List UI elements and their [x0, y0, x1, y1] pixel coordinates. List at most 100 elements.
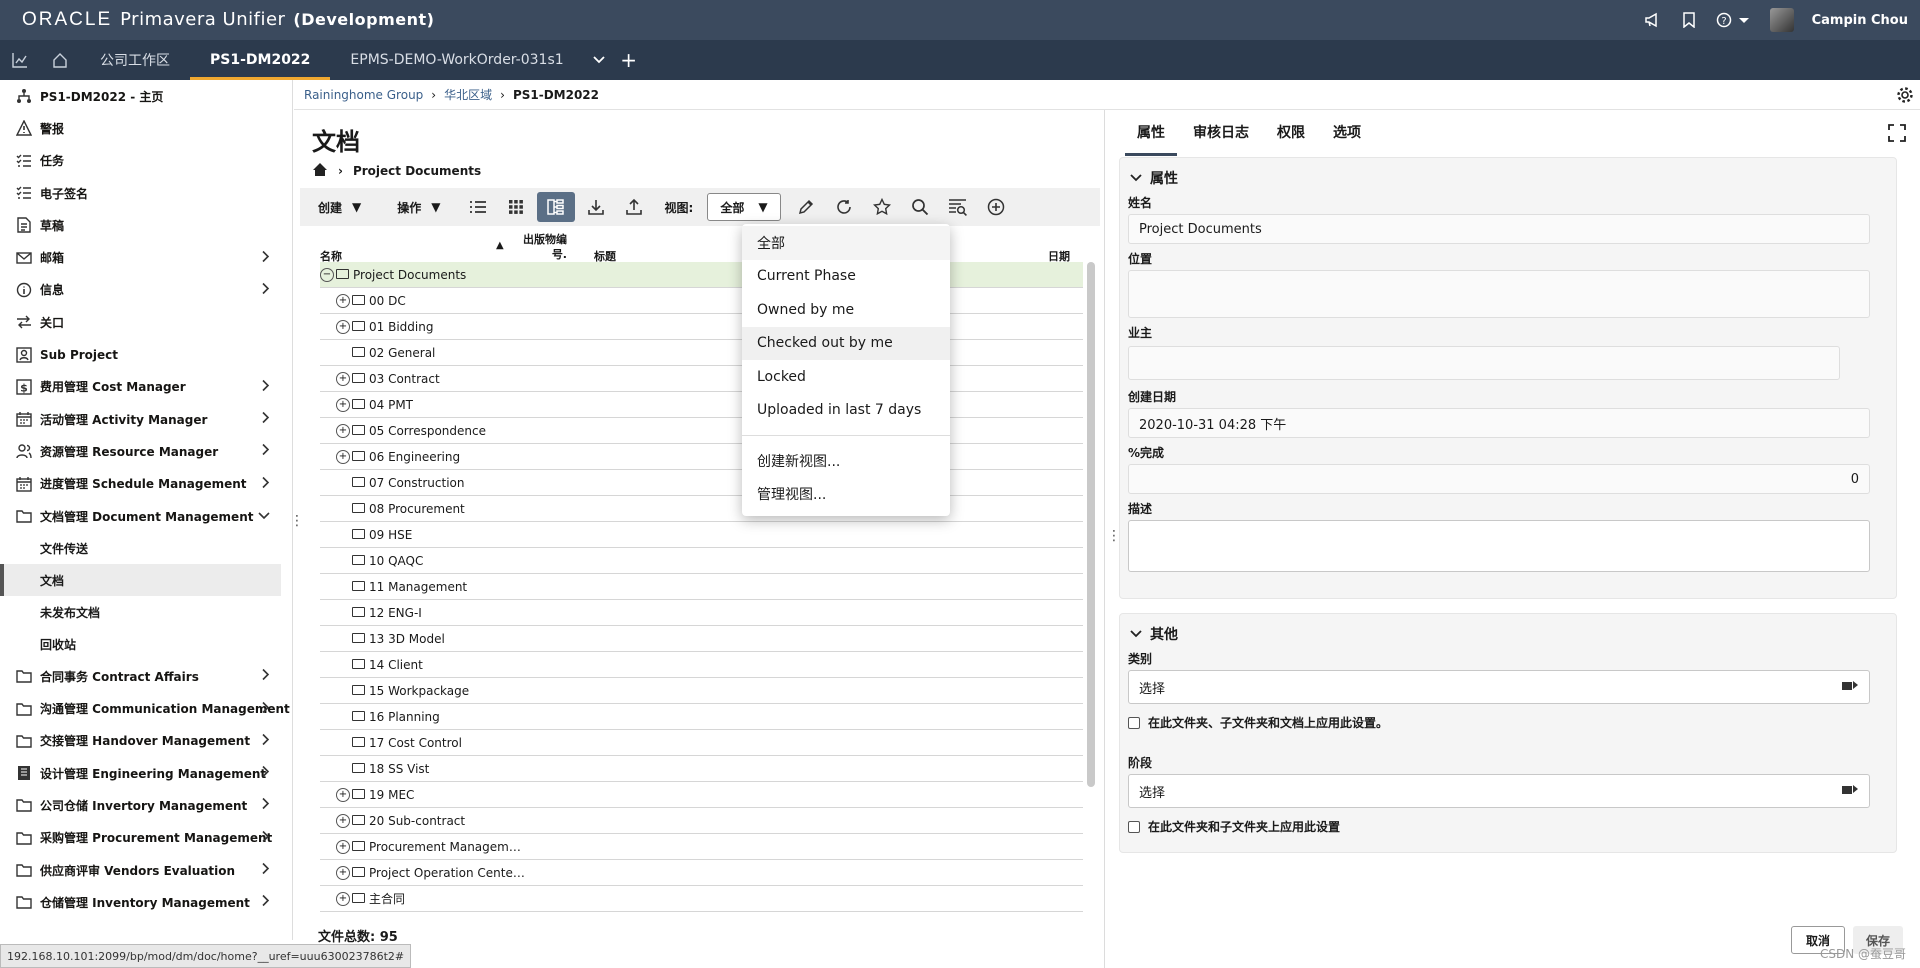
sidebar-item[interactable]: 邮箱 [0, 241, 292, 273]
sidebar-item[interactable]: 进度管理 Schedule Management [0, 468, 292, 500]
column-pubno-header[interactable]: 出版物编号. [505, 228, 570, 266]
tree-row[interactable]: 11 Management [320, 574, 1083, 600]
expand-fullscreen-icon[interactable] [1888, 124, 1906, 145]
phase-picker[interactable]: 选择 [1128, 774, 1870, 808]
tree-row[interactable]: 10 QAQC [320, 548, 1083, 574]
sort-ascending-icon[interactable]: ▲ [496, 240, 504, 251]
category-apply-option[interactable]: 在此文件夹、子文件夹和文档上应用此设置。 [1128, 714, 1388, 731]
sidebar-item[interactable]: Sub Project [0, 338, 292, 370]
tab-epms-demo[interactable]: EPMS-DEMO-WorkOrder-031s1 [330, 40, 583, 80]
sidebar-item[interactable]: PS1-DM2022 - 主页 [0, 80, 292, 112]
tree-row[interactable]: +19 MEC [320, 782, 1083, 808]
tree-row[interactable]: +06 Engineering [320, 444, 1083, 470]
chevron-right-icon[interactable] [262, 766, 270, 781]
sidebar-item[interactable]: 采购管理 Procurement Management [0, 822, 292, 854]
sidebar-item[interactable]: 文档管理 Document Management [0, 500, 292, 532]
expand-icon[interactable]: + [336, 449, 350, 464]
chevron-right-icon[interactable] [262, 830, 270, 845]
sidebar-item[interactable]: 供应商评审 Vendors Evaluation [0, 854, 292, 886]
sidebar-item[interactable]: 信息 [0, 274, 292, 306]
view-menu-item[interactable]: 全部 [742, 226, 950, 260]
tree-row[interactable]: 02 General [320, 340, 1083, 366]
refresh-icon[interactable] [825, 192, 863, 222]
properties-section-header[interactable]: 属性 [1130, 168, 1178, 188]
add-tab-icon[interactable]: + [614, 40, 644, 80]
filter-list-icon[interactable] [939, 192, 977, 222]
view-menu-item[interactable]: Owned by me [742, 293, 950, 327]
tree-row-root[interactable]: − Project Documents [320, 262, 1083, 288]
add-circle-icon[interactable] [977, 192, 1015, 222]
tree-row[interactable]: + 主合同 [320, 886, 1083, 912]
tree-view-icon[interactable] [536, 192, 575, 222]
announcement-icon[interactable] [1644, 11, 1662, 29]
expand-icon[interactable]: + [336, 397, 350, 412]
chevron-down-icon[interactable] [584, 40, 614, 80]
chevron-right-icon[interactable] [262, 733, 270, 748]
home-icon[interactable] [40, 40, 80, 80]
description-textarea[interactable] [1128, 520, 1870, 572]
tree-row[interactable]: 15 Workpackage [320, 678, 1083, 704]
chevron-right-icon[interactable] [262, 863, 270, 878]
tab-project-ps1[interactable]: PS1-DM2022 [190, 40, 331, 80]
chevron-right-icon[interactable] [262, 895, 270, 910]
gear-icon[interactable] [1896, 86, 1914, 107]
upload-icon[interactable] [615, 192, 653, 222]
view-menu-action[interactable]: 管理视图... [742, 478, 950, 512]
dashboard-icon[interactable] [0, 40, 40, 80]
view-menu-item[interactable]: Current Phase [742, 260, 950, 294]
help-icon[interactable]: ? [1716, 11, 1752, 29]
sidebar-item[interactable]: 任务 [0, 145, 292, 177]
avatar[interactable] [1769, 8, 1794, 32]
chevron-right-icon[interactable] [262, 669, 270, 684]
tree-row[interactable]: +01 Bidding [320, 314, 1083, 340]
expand-icon[interactable]: + [336, 293, 350, 308]
tree-row[interactable]: 14 Client [320, 652, 1083, 678]
picker-icon[interactable] [1841, 782, 1859, 800]
tab-company-workspace[interactable]: 公司工作区 [80, 40, 190, 80]
expand-icon[interactable]: + [336, 423, 350, 438]
phase-apply-option[interactable]: 在此文件夹和子文件夹上应用此设置 [1128, 818, 1340, 835]
chevron-down-icon[interactable] [258, 509, 270, 523]
bookmark-icon[interactable] [1680, 11, 1698, 29]
sidebar-item[interactable]: 活动管理 Activity Manager [0, 403, 292, 435]
view-menu-item[interactable]: Uploaded in last 7 days [742, 394, 950, 428]
sidebar-subitem[interactable]: 文件传送 [0, 532, 292, 564]
actions-menu-button[interactable]: 操作 ▼ [379, 199, 458, 216]
tree-row[interactable]: 07 Construction [320, 470, 1083, 496]
sidebar-item[interactable]: 公司仓储 Invertory Management [0, 789, 292, 821]
tab-audit-log[interactable]: 审核日志 [1179, 120, 1263, 156]
breadcrumb-group-link[interactable]: Raininghome Group [304, 88, 423, 102]
search-icon[interactable] [901, 192, 939, 222]
expand-icon[interactable]: + [336, 839, 350, 854]
sidebar-subitem[interactable]: 未发布文档 [0, 596, 292, 628]
sidebar-item[interactable]: 警报 [0, 112, 292, 144]
sidebar-subitem[interactable]: 回收站 [0, 628, 292, 660]
view-menu-action[interactable]: 创建新视图... [742, 444, 950, 478]
tab-permissions[interactable]: 权限 [1263, 120, 1319, 156]
tree-row[interactable]: 08 Procurement [320, 496, 1083, 522]
tree-row[interactable]: 16 Planning [320, 704, 1083, 730]
edit-pencil-icon[interactable] [787, 192, 825, 222]
home-icon[interactable] [312, 162, 328, 180]
sidebar-item[interactable]: 资源管理 Resource Manager [0, 435, 292, 467]
chevron-right-icon[interactable] [262, 250, 270, 265]
category-apply-checkbox[interactable] [1128, 716, 1140, 729]
tree-row[interactable]: 12 ENG-I [320, 600, 1083, 626]
tree-row[interactable]: 17 Cost Control [320, 730, 1083, 756]
create-menu-button[interactable]: 创建 ▼ [300, 199, 379, 216]
tree-row[interactable]: + Procurement Managem… [320, 834, 1083, 860]
sidebar-item[interactable]: 电子签名 [0, 177, 292, 209]
expand-icon[interactable]: + [336, 371, 350, 386]
expand-icon[interactable]: + [336, 865, 350, 880]
collapse-icon[interactable]: − [320, 267, 334, 282]
sidebar-item[interactable]: 设计管理 Engineering Management [0, 757, 292, 789]
picker-icon[interactable] [1841, 678, 1859, 696]
other-section-header[interactable]: 其他 [1130, 624, 1178, 644]
view-menu-item[interactable]: Checked out by me [742, 326, 950, 360]
tree-row[interactable]: 09 HSE [320, 522, 1083, 548]
expand-icon[interactable]: + [336, 891, 350, 906]
chevron-right-icon[interactable] [262, 379, 270, 394]
tree-row[interactable]: +00 DC [320, 288, 1083, 314]
tab-options[interactable]: 选项 [1319, 120, 1375, 156]
tree-row[interactable]: 18 SS Vist [320, 756, 1083, 782]
